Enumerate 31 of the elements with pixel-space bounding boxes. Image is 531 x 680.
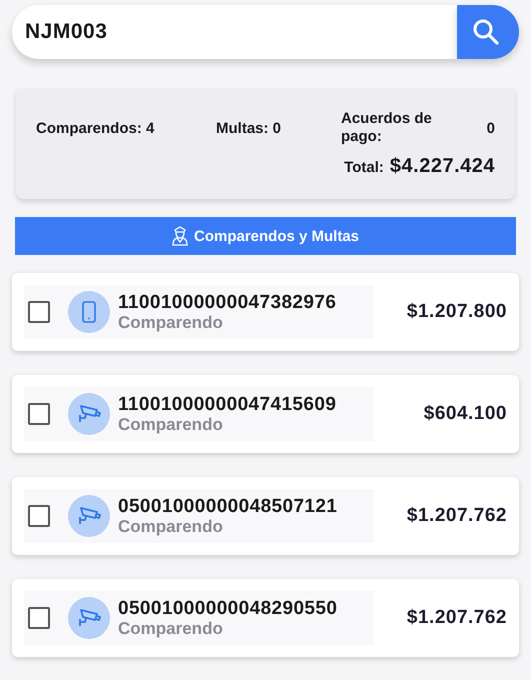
checkbox[interactable] xyxy=(28,505,50,527)
search-icon xyxy=(473,19,499,45)
comparendos-button[interactable]: Comparendos y Multas xyxy=(15,217,516,255)
fine-type: Comparendo xyxy=(118,312,224,332)
checkbox[interactable] xyxy=(28,403,50,425)
security-camera-icon xyxy=(77,403,101,425)
fine-type: Comparendo xyxy=(118,516,224,536)
multas-count: Multas: 0 xyxy=(216,120,282,136)
officer-icon xyxy=(172,226,188,246)
fine-number: 05001000000048507121 xyxy=(118,496,338,516)
security-camera-icon xyxy=(77,505,101,527)
total-amount: $4.227.424 xyxy=(390,155,495,178)
fine-number: 11001000000047382976 xyxy=(118,292,336,312)
search-field[interactable]: NJM003 xyxy=(12,5,457,59)
fine-number: 05001000000048290550 xyxy=(118,598,338,618)
total-label: Total: xyxy=(344,159,384,176)
fine-amount: $604.100 xyxy=(424,403,507,425)
security-camera-icon xyxy=(77,607,101,629)
fine-amount: $1.207.800 xyxy=(406,301,507,323)
fine-amount: $1.207.762 xyxy=(406,607,507,629)
checkbox[interactable] xyxy=(28,607,50,629)
fine-number: 11001000000047415609 xyxy=(118,394,336,414)
fine-type: Comparendo xyxy=(118,414,224,434)
phone-icon xyxy=(82,301,96,323)
checkbox[interactable] xyxy=(28,301,50,323)
fine-type: Comparendo xyxy=(118,618,224,638)
acuerdos-count: 0 xyxy=(486,120,495,136)
acuerdos-label: Acuerdos de pago: xyxy=(341,110,433,146)
search-button[interactable] xyxy=(457,5,519,59)
comparendos-count: Comparendos: 4 xyxy=(36,120,156,136)
fine-amount: $1.207.762 xyxy=(406,505,507,527)
